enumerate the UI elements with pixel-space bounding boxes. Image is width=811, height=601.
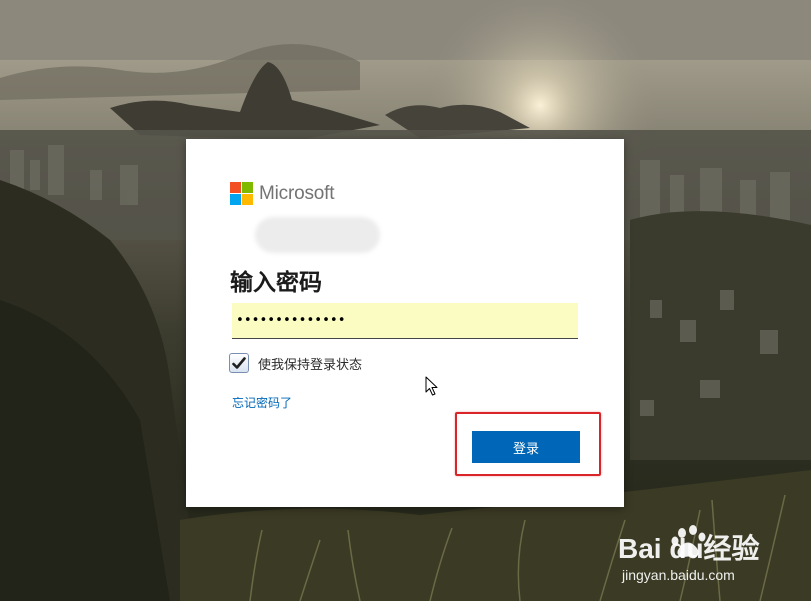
- keep-signed-in-option[interactable]: 使我保持登录状态: [229, 353, 362, 373]
- keep-signed-in-checkbox[interactable]: [229, 353, 249, 373]
- microsoft-brand: Microsoft: [230, 182, 334, 205]
- microsoft-logo-icon: [230, 182, 253, 205]
- watermark-logo-text: Bai du经验: [618, 532, 760, 564]
- page-title: 输入密码: [230, 270, 322, 296]
- signin-button[interactable]: 登录: [472, 431, 580, 463]
- desktop-background: Microsoft 输入密码 使我保持登录状态 忘记密码了 登录 Ba: [0, 0, 811, 601]
- blurred-account-name: [255, 217, 380, 253]
- brand-name: Microsoft: [259, 182, 335, 204]
- password-input[interactable]: [232, 303, 578, 339]
- baidu-jingyan-watermark: Bai du经验 jingyan.baidu.com: [618, 525, 760, 583]
- login-dialog: Microsoft 输入密码 使我保持登录状态 忘记密码了 登录: [186, 139, 624, 507]
- watermark-url: jingyan.baidu.com: [621, 567, 735, 583]
- keep-signed-in-label: 使我保持登录状态: [258, 357, 363, 373]
- mouse-cursor-icon: [425, 376, 438, 396]
- checkmark-icon: [232, 356, 246, 369]
- forgot-password-link[interactable]: 忘记密码了: [232, 394, 292, 411]
